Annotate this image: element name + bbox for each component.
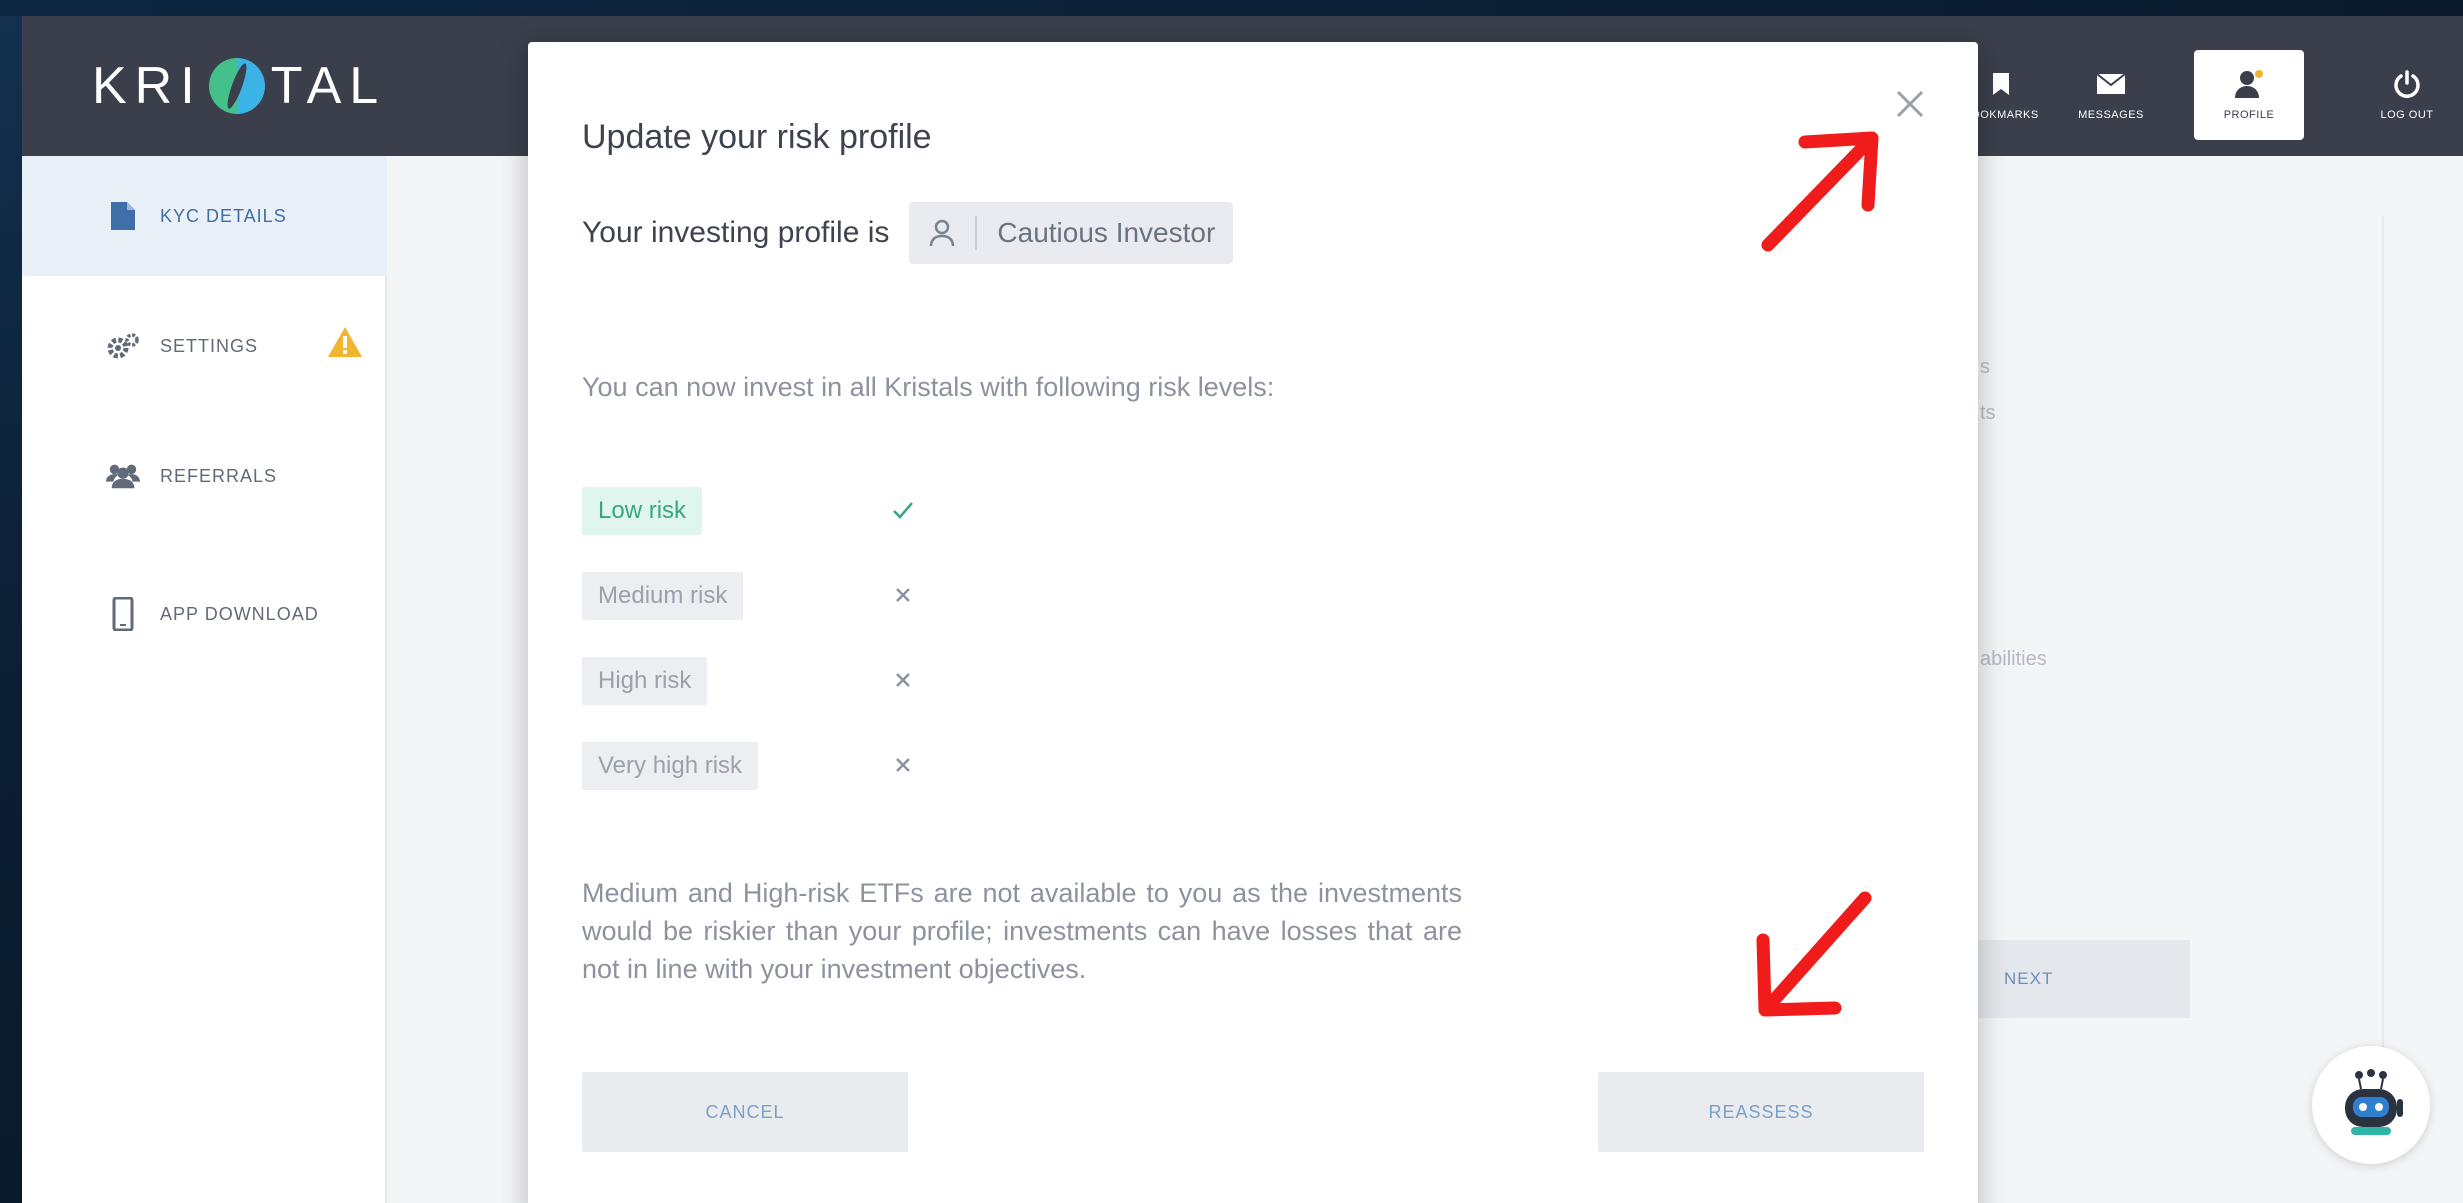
nav-profile-label: PROFILE	[2223, 109, 2275, 121]
check-icon	[888, 495, 918, 525]
gears-icon	[106, 329, 140, 363]
users-icon	[106, 459, 140, 493]
close-icon	[1895, 89, 1925, 124]
risk-level-tag: Medium risk	[582, 572, 744, 620]
logo-text-right: TAL	[270, 57, 387, 115]
window-frame-top	[0, 0, 2463, 16]
bookmark-icon	[1986, 69, 2016, 99]
app-window: KRI TAL BOOKMARKS MESSAGES PROFILE LOG O…	[22, 16, 2463, 1203]
risk-level-row: High risk	[582, 657, 910, 705]
cross-icon	[888, 665, 918, 695]
reassess-button[interactable]: REASSESS	[1598, 1072, 1924, 1152]
sidebar-item-app-download[interactable]: APP DOWNLOAD	[22, 554, 387, 674]
logo-mark-icon	[208, 58, 265, 114]
phone-icon	[106, 597, 140, 631]
logo-text-left: KRI	[92, 57, 203, 115]
sidebar-item-label: KYC DETAILS	[160, 205, 287, 226]
nav-profile[interactable]: PROFILE	[2194, 50, 2304, 140]
document-icon	[106, 199, 140, 233]
nav-logout-label: LOG OUT	[2380, 109, 2434, 121]
sidebar-item-settings[interactable]: SETTINGS	[22, 286, 387, 406]
sidebar-item-kyc-details[interactable]: KYC DETAILS	[22, 156, 387, 276]
badge-separator	[975, 216, 978, 250]
risk-level-tag: High risk	[582, 657, 708, 705]
annotation-arrow-up-right-icon	[1761, 131, 1879, 252]
cross-icon	[888, 580, 918, 610]
risk-level-row: Very high risk	[582, 742, 910, 790]
cross-icon	[888, 750, 918, 780]
sidebar-item-referrals[interactable]: REFERRALS	[22, 416, 387, 536]
investing-profile-badge: Cautious Investor	[909, 202, 1234, 264]
risk-note: Medium and High-risk ETFs are not availa…	[582, 878, 1462, 984]
user-icon	[2234, 69, 2264, 99]
user-outline-icon	[927, 218, 957, 248]
invest-message: You can now invest in all Kristals with …	[582, 372, 1275, 402]
background-text-fragment: ts	[1980, 402, 1996, 424]
risk-level-row: Medium risk	[582, 572, 910, 620]
kristal-logo[interactable]: KRI TAL	[92, 54, 386, 118]
nav-logout[interactable]: LOG OUT	[2352, 50, 2462, 140]
investing-profile-label: Your investing profile is	[582, 216, 890, 249]
risk-level-tag: Very high risk	[582, 742, 759, 790]
modal-title: Update your risk profile	[582, 118, 932, 156]
envelope-icon	[2096, 69, 2126, 99]
chatbot-launcher[interactable]	[2312, 1046, 2430, 1164]
sidebar-item-label: APP DOWNLOAD	[160, 603, 319, 624]
background-text-fragment: s	[1980, 356, 1990, 378]
investing-profile-row: Your investing profile is Cautious Inves…	[582, 202, 1234, 264]
warning-icon	[327, 326, 363, 363]
investing-profile-value: Cautious Investor	[997, 217, 1216, 248]
background-page-content: s ts abilities NEXT	[1952, 156, 2463, 1203]
risk-level-tag: Low risk	[582, 487, 703, 535]
background-text-fragment: abilities	[1980, 648, 2047, 670]
screenshot-stage: KRI TAL BOOKMARKS MESSAGES PROFILE LOG O…	[0, 0, 2463, 1203]
robot-icon	[2331, 1063, 2411, 1148]
annotation-arrow-down-left-icon	[1756, 891, 1872, 1017]
content-divider	[2382, 216, 2384, 1116]
sidebar-item-label: REFERRALS	[160, 465, 278, 486]
power-icon	[2392, 69, 2422, 99]
risk-level-row: Low risk	[582, 487, 913, 535]
nav-messages-label: MESSAGES	[2078, 109, 2144, 121]
cancel-button[interactable]: CANCEL	[582, 1072, 908, 1152]
next-button[interactable]: NEXT	[1952, 940, 2190, 1018]
nav-messages[interactable]: MESSAGES	[2056, 50, 2166, 140]
sidebar-item-label: SETTINGS	[160, 335, 259, 356]
sidebar: KYC DETAILS SETTINGS REFERRALS APP DOWNL…	[22, 156, 387, 1203]
